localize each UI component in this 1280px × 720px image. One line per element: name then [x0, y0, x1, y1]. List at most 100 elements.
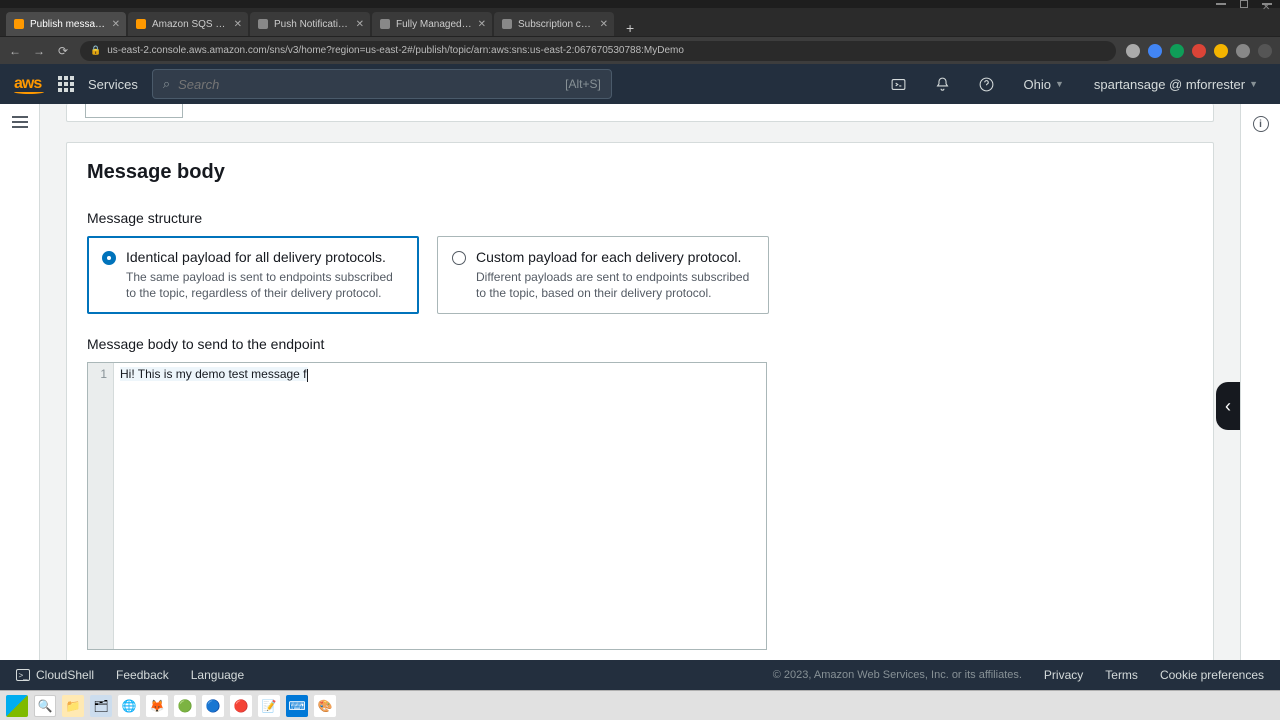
radio-title: Custom payload for each delivery protoco… [476, 249, 754, 265]
reload-button[interactable]: ⟳ [56, 44, 70, 58]
forward-button[interactable]: → [32, 44, 46, 58]
scroll-indicator[interactable]: ‹ [1216, 382, 1240, 430]
region-label: Ohio [1023, 77, 1050, 92]
minimize-icon[interactable] [1216, 3, 1226, 5]
extension-icon[interactable] [1148, 44, 1162, 58]
menu-icon[interactable] [1258, 44, 1272, 58]
tab-close-icon[interactable]: ✕ [112, 19, 120, 30]
caret-down-icon: ▼ [1249, 79, 1258, 89]
copyright-text: © 2023, Amazon Web Services, Inc. or its… [773, 669, 1022, 681]
favicon-icon [380, 19, 390, 29]
cloudshell-button[interactable]: >_ CloudShell [16, 668, 94, 682]
radio-identical-payload[interactable]: Identical payload for all delivery proto… [87, 236, 419, 314]
tab-close-icon[interactable]: ✕ [356, 19, 364, 30]
tab-title: Push Notification Service - Ama [274, 19, 350, 30]
message-structure-label: Message structure [87, 210, 1193, 226]
back-button[interactable]: ← [8, 44, 22, 58]
line-gutter: 1 [88, 363, 114, 649]
favicon-icon [14, 19, 24, 29]
window-controls: ✕ [0, 0, 1280, 8]
browser-tab[interactable]: Subscription confirm✕ [494, 12, 614, 36]
radio-description: The same payload is sent to endpoints su… [126, 269, 404, 301]
taskbar-app[interactable]: 🗂 [90, 695, 112, 717]
main-content: Message body Message structure Identical… [40, 104, 1240, 660]
radio-description: Different payloads are sent to endpoints… [476, 269, 754, 301]
radio-title: Identical payload for all delivery proto… [126, 249, 404, 265]
taskbar-app[interactable]: 🔍 [34, 695, 56, 717]
search-icon: ⌕ [163, 76, 170, 92]
services-link[interactable]: Services [88, 77, 138, 92]
hamburger-icon [12, 116, 28, 128]
windows-taskbar: 🔍 📁 🗂 🌐 🦊 🟢 🔵 🔴 📝 ⌨ 🎨 [0, 690, 1280, 720]
extension-icon[interactable] [1214, 44, 1228, 58]
extension-icon[interactable] [1170, 44, 1184, 58]
code-text: Hi! This is my demo test message f [120, 367, 307, 381]
message-body-label: Message body to send to the endpoint [87, 336, 1193, 352]
taskbar-app[interactable]: 📁 [62, 695, 84, 717]
left-nav-toggle[interactable] [0, 104, 40, 660]
user-label: spartansage @ mforrester [1094, 77, 1245, 92]
start-button[interactable] [6, 695, 28, 717]
privacy-link[interactable]: Privacy [1044, 668, 1083, 682]
taskbar-app[interactable]: 📝 [258, 695, 280, 717]
tab-title: Fully Managed Message Queue [396, 19, 472, 30]
taskbar-app[interactable]: 🌐 [118, 695, 140, 717]
close-window-icon[interactable]: ✕ [1262, 3, 1272, 5]
text-cursor [307, 369, 308, 382]
tab-title: Publish message | Amazon SNS [30, 19, 106, 30]
line-number: 1 [88, 367, 107, 381]
info-icon: i [1253, 116, 1269, 132]
extension-icons [1126, 44, 1272, 58]
aws-footer: >_ CloudShell Feedback Language © 2023, … [0, 660, 1280, 690]
tab-close-icon[interactable]: ✕ [600, 19, 608, 30]
taskbar-app[interactable]: 🟢 [174, 695, 196, 717]
tab-close-icon[interactable]: ✕ [478, 19, 486, 30]
global-search[interactable]: ⌕ [Alt+S] [152, 69, 612, 99]
lock-icon: 🔒 [90, 45, 101, 56]
extension-icon[interactable] [1126, 44, 1140, 58]
input-remnant[interactable] [85, 104, 183, 118]
help-icon[interactable] [971, 69, 1001, 99]
browser-tab[interactable]: Publish message | Amazon SNS ✕ [6, 12, 126, 36]
message-structure-options: Identical payload for all delivery proto… [87, 236, 1193, 314]
favicon-icon [258, 19, 268, 29]
message-body-editor[interactable]: 1 Hi! This is my demo test message f [87, 362, 767, 650]
tab-close-icon[interactable]: ✕ [234, 19, 242, 30]
extension-icon[interactable] [1192, 44, 1206, 58]
taskbar-app[interactable]: 🔴 [230, 695, 252, 717]
cloudshell-icon[interactable] [883, 69, 913, 99]
radio-icon [102, 251, 116, 265]
favicon-icon [136, 19, 146, 29]
browser-chrome: ✕ Publish message | Amazon SNS ✕ Amazon S… [0, 0, 1280, 36]
browser-tabs: Publish message | Amazon SNS ✕ Amazon SQS… [0, 8, 1280, 36]
services-grid-icon[interactable] [58, 76, 74, 92]
terms-link[interactable]: Terms [1105, 668, 1138, 682]
taskbar-app[interactable]: 🔵 [202, 695, 224, 717]
search-input[interactable] [178, 77, 557, 92]
message-body-panel: Message body Message structure Identical… [66, 142, 1214, 660]
extension-icon[interactable] [1236, 44, 1250, 58]
tab-title: Amazon SQS | Send and receive [152, 19, 228, 30]
notifications-icon[interactable] [927, 69, 957, 99]
account-menu[interactable]: spartansage @ mforrester ▼ [1086, 77, 1266, 92]
browser-tab[interactable]: Amazon SQS | Send and receive ✕ [128, 12, 248, 36]
language-selector[interactable]: Language [191, 668, 244, 682]
taskbar-app[interactable]: ⌨ [286, 695, 308, 717]
section-heading: Message body [87, 161, 1193, 184]
browser-tab[interactable]: Push Notification Service - Ama ✕ [250, 12, 370, 36]
browser-tab[interactable]: Fully Managed Message Queue ✕ [372, 12, 492, 36]
address-bar[interactable]: 🔒 us-east-2.console.aws.amazon.com/sns/v… [80, 41, 1116, 61]
taskbar-app[interactable]: 🦊 [146, 695, 168, 717]
code-area[interactable]: Hi! This is my demo test message f [114, 363, 766, 649]
aws-logo[interactable]: aws [14, 75, 44, 94]
maximize-icon[interactable] [1240, 0, 1248, 8]
radio-icon [452, 251, 466, 265]
radio-custom-payload[interactable]: Custom payload for each delivery protoco… [437, 236, 769, 314]
region-selector[interactable]: Ohio▼ [1015, 77, 1071, 92]
previous-panel-remnant [66, 104, 1214, 122]
cookie-preferences-link[interactable]: Cookie preferences [1160, 668, 1264, 682]
taskbar-app[interactable]: 🎨 [314, 695, 336, 717]
right-help-toggle[interactable]: i [1240, 104, 1280, 660]
new-tab-button[interactable]: + [616, 20, 644, 36]
feedback-link[interactable]: Feedback [116, 668, 169, 682]
